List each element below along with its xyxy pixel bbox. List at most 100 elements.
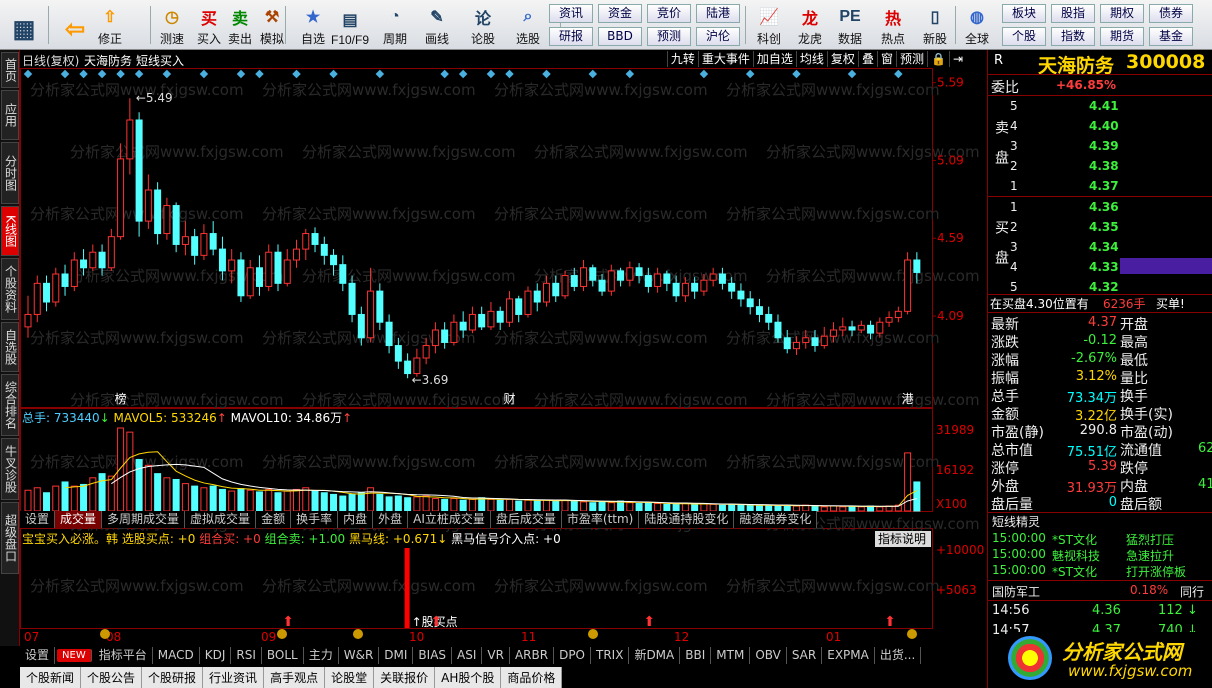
- quick-button-10[interactable]: 期权: [1100, 4, 1144, 23]
- quick-button-15[interactable]: 基金: [1149, 27, 1193, 46]
- news-tab-3[interactable]: 行业资讯: [203, 667, 265, 688]
- toolbar-button-14[interactable]: 龙龙虎: [793, 3, 827, 47]
- indicator-tab-8[interactable]: W&R: [339, 647, 380, 664]
- toolbar-button-8[interactable]: ▤ F10/F9: [331, 3, 369, 47]
- toolbar-button-3[interactable]: ◷ 测速: [155, 3, 189, 47]
- chart-button-0[interactable]: 九转: [666, 51, 698, 67]
- toolbar-button-5[interactable]: 卖卖出: [223, 3, 257, 47]
- toolbar-button-16[interactable]: 热热点: [876, 3, 910, 47]
- left-tab-5[interactable]: 自选股: [1, 322, 19, 372]
- quick-button-0[interactable]: 资讯: [549, 4, 593, 23]
- chart-button-5[interactable]: 叠: [857, 51, 877, 67]
- chart-button-7[interactable]: 预测: [895, 51, 927, 67]
- lock-icon[interactable]: 🔒: [926, 51, 949, 67]
- news-tab-8[interactable]: 商品价格: [501, 667, 563, 688]
- volume-tab-0[interactable]: 设置: [20, 511, 56, 528]
- volume-tab-1[interactable]: 成交量: [55, 511, 103, 528]
- indicator-tab-9[interactable]: DMI: [379, 647, 414, 664]
- short-term-stock[interactable]: *ST文化: [1052, 563, 1097, 580]
- indicator-tab-16[interactable]: 新DMA: [629, 647, 681, 664]
- quick-button-4[interactable]: 研报: [549, 27, 593, 46]
- money-bag-icon[interactable]: [907, 629, 917, 639]
- indicator-tab-20[interactable]: SAR: [787, 647, 823, 664]
- indicator-tab-1[interactable]: NEW: [57, 649, 92, 662]
- indicator-tab-21[interactable]: EXPMA: [822, 647, 875, 664]
- left-tab-6[interactable]: 综合排名: [1, 374, 19, 436]
- toolbar-button-13[interactable]: 📈 科创: [752, 3, 786, 47]
- buy-price[interactable]: 4.32: [1089, 280, 1119, 294]
- volume-tab-5[interactable]: 换手率: [291, 511, 339, 528]
- news-tab-1[interactable]: 个股公告: [81, 667, 143, 688]
- indicator-tab-0[interactable]: 设置: [20, 647, 56, 664]
- chart-area[interactable]: 分析家公式网www.fxjgsw.com 分析家公式网www.fxjgsw.com…: [20, 50, 986, 646]
- quick-button-11[interactable]: 债券: [1149, 4, 1193, 23]
- quick-button-6[interactable]: 预测: [647, 27, 691, 46]
- volume-tab-10[interactable]: 市盈率(ttm): [562, 511, 640, 528]
- toolbar-button-2[interactable]: ⇧ 修正: [93, 3, 127, 47]
- sector-label[interactable]: 同行: [1180, 583, 1204, 600]
- news-tab-4[interactable]: 高手观点: [264, 667, 326, 688]
- kline-chart-svg[interactable]: 分析家公式网www.fxjgsw.com 分析家公式网www.fxjgsw.com…: [20, 50, 986, 646]
- indicator-tab-22[interactable]: 出货...: [875, 647, 922, 664]
- toolbar-button-7[interactable]: ★ 自选: [296, 3, 330, 47]
- money-bag-icon[interactable]: [353, 629, 363, 639]
- toolbar-button-15[interactable]: PE 数据: [833, 3, 867, 47]
- left-tab-8[interactable]: 超级盘口: [1, 502, 19, 574]
- buy-price[interactable]: 4.34: [1089, 240, 1119, 254]
- sell-price[interactable]: 4.38: [1089, 159, 1119, 173]
- chart-button-6[interactable]: 窗: [876, 51, 896, 67]
- quick-button-2[interactable]: 竞价: [647, 4, 691, 23]
- indicator-tab-6[interactable]: BOLL: [262, 647, 304, 664]
- money-bag-icon[interactable]: [100, 629, 110, 639]
- indicator-tab-3[interactable]: MACD: [153, 647, 200, 664]
- left-tab-7[interactable]: 牛叉诊股: [1, 438, 19, 500]
- volume-tab-11[interactable]: 陆股通持股变化: [639, 511, 735, 528]
- quick-button-1[interactable]: 资金: [598, 4, 642, 23]
- quick-button-8[interactable]: 板块: [1002, 4, 1046, 23]
- news-tab-2[interactable]: 个股研报: [142, 667, 204, 688]
- chart-button-4[interactable]: 复权: [826, 51, 858, 67]
- indicator-tab-11[interactable]: ASI: [452, 647, 483, 664]
- event-marker[interactable]: 港: [902, 392, 914, 406]
- left-tab-2[interactable]: 分时图: [1, 142, 19, 204]
- volume-tab-8[interactable]: AI立桩成交量: [408, 511, 491, 528]
- toolbar-button-17[interactable]: ▯ 新股: [918, 3, 952, 47]
- news-tab-0[interactable]: 个股新闻: [20, 667, 82, 688]
- short-term-stock[interactable]: 魅视科技: [1052, 547, 1100, 564]
- sell-price[interactable]: 4.37: [1089, 179, 1119, 193]
- indicator-tab-13[interactable]: ARBR: [510, 647, 555, 664]
- indicator-tab-14[interactable]: DPO: [554, 647, 591, 664]
- toolbar-button-10[interactable]: ✎ 画线: [420, 3, 454, 47]
- volume-tab-12[interactable]: 融资融券变化: [734, 511, 818, 528]
- volume-tab-4[interactable]: 金额: [256, 511, 292, 528]
- quick-button-12[interactable]: 个股: [1002, 27, 1046, 46]
- event-marker[interactable]: 财: [503, 392, 515, 406]
- buy-price[interactable]: 4.36: [1089, 200, 1119, 214]
- toolbar-button-0[interactable]: ▦: [4, 3, 44, 47]
- buy-price[interactable]: 4.33: [1089, 260, 1119, 274]
- pin-icon[interactable]: ⇥: [948, 51, 966, 67]
- volume-tab-6[interactable]: 内盘: [338, 511, 374, 528]
- toolbar-button-18[interactable]: ◍ 全球: [960, 3, 994, 47]
- sell-price[interactable]: 4.40: [1089, 119, 1119, 133]
- quick-button-3[interactable]: 陆港: [696, 4, 740, 23]
- indicator-tab-10[interactable]: BIAS: [413, 647, 453, 664]
- news-tab-6[interactable]: 关联报价: [374, 667, 436, 688]
- indicator-tab-5[interactable]: RSI: [231, 647, 262, 664]
- buy-price[interactable]: 4.35: [1089, 220, 1119, 234]
- left-tab-4[interactable]: 个股资料: [1, 258, 19, 320]
- volume-tab-7[interactable]: 外盘: [373, 511, 409, 528]
- toolbar-button-12[interactable]: ⌕ 选股: [511, 3, 545, 47]
- volume-tab-9[interactable]: 盘后成交量: [491, 511, 562, 528]
- news-tab-5[interactable]: 论股堂: [325, 667, 375, 688]
- short-term-stock[interactable]: *ST文化: [1052, 531, 1097, 548]
- left-tab-1[interactable]: 应用: [1, 90, 19, 140]
- quick-button-7[interactable]: 沪伦: [696, 27, 740, 46]
- indicator-tab-2[interactable]: 指标平台: [94, 647, 153, 664]
- indicator-tab-7[interactable]: 主力: [304, 647, 339, 664]
- sector-name[interactable]: 国防军工: [992, 583, 1040, 600]
- quick-button-9[interactable]: 股指: [1051, 4, 1095, 23]
- indicator-tab-19[interactable]: OBV: [750, 647, 787, 664]
- left-tab-0[interactable]: 首页: [1, 52, 19, 88]
- news-tab-7[interactable]: AH股个股: [435, 667, 502, 688]
